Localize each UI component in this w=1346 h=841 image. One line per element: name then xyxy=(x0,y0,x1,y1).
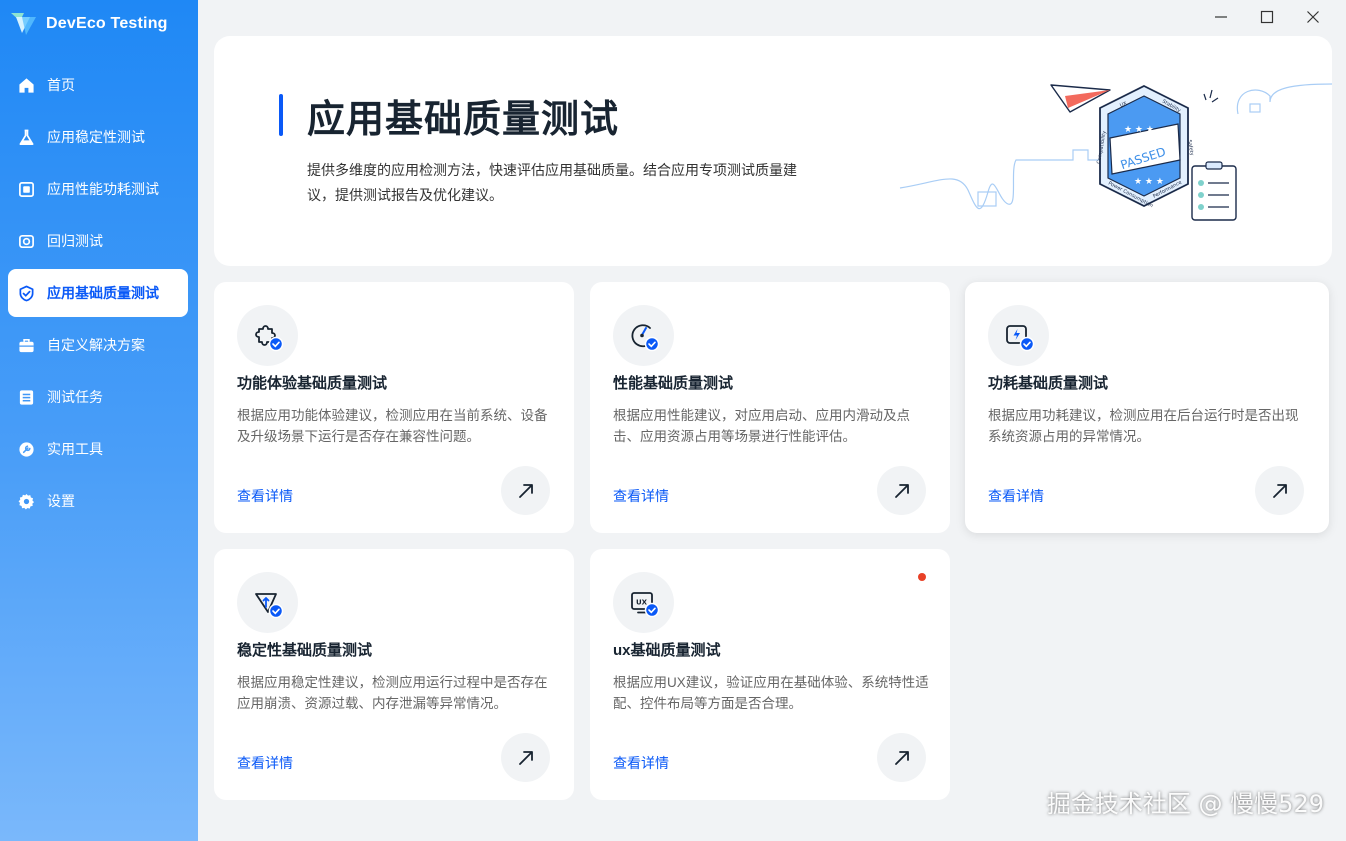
power-check-icon xyxy=(988,305,1049,366)
sidebar-item-regression[interactable]: 回归测试 xyxy=(8,217,188,265)
arrow-button[interactable] xyxy=(877,466,926,515)
briefcase-icon xyxy=(18,337,35,354)
hero-banner: 应用基础质量测试 提供多维度的应用检测方法，快速评估应用基础质量。结合应用专项测… xyxy=(214,36,1332,266)
close-icon xyxy=(1307,11,1319,23)
card-ux-quality[interactable]: UX ux基础质量测试 根据应用UX建议，验证应用在基础体验、系统特性适配、控件… xyxy=(590,549,950,800)
sidebar-item-settings[interactable]: 设置 xyxy=(8,477,188,525)
sidebar-item-label: 应用基础质量测试 xyxy=(47,285,159,301)
svg-text:★ ★ ★: ★ ★ ★ xyxy=(1124,125,1154,135)
card-title: ux基础质量测试 xyxy=(613,642,721,659)
maximize-icon xyxy=(1260,10,1274,24)
minimize-button[interactable] xyxy=(1198,6,1244,28)
funnel-check-icon xyxy=(237,572,298,633)
flask-icon xyxy=(18,129,35,146)
puzzle-check-icon xyxy=(237,305,298,366)
sidebar-item-utilities[interactable]: 实用工具 xyxy=(8,425,188,473)
square-icon xyxy=(18,181,35,198)
arrow-up-right-icon xyxy=(894,750,909,765)
notification-dot xyxy=(918,573,926,581)
view-details-link[interactable]: 查看详情 xyxy=(988,486,1044,506)
view-details-link[interactable]: 查看详情 xyxy=(237,753,293,773)
card-functional-quality[interactable]: 功能体验基础质量测试 根据应用功能体验建议，检测应用在当前系统、设备及升级场景下… xyxy=(214,282,574,533)
sidebar-item-label: 回归测试 xyxy=(47,233,103,249)
card-description: 根据应用功能体验建议，检测应用在当前系统、设备及升级场景下运行是否存在兼容性问题… xyxy=(237,408,548,444)
card-description: 根据应用稳定性建议，检测应用运行过程中是否存在应用崩溃、资源过载、内存泄漏等异常… xyxy=(237,675,548,711)
card-performance-quality[interactable]: 性能基础质量测试 根据应用性能建议，对应用启动、应用内滑动及点击、应用资源占用等… xyxy=(590,282,950,533)
window-controls xyxy=(1198,6,1336,28)
list-icon xyxy=(18,389,35,406)
svg-text:★ ★ ★: ★ ★ ★ xyxy=(1134,177,1164,187)
arrow-up-right-icon xyxy=(518,483,533,498)
page-description: 提供多维度的应用检测方法，快速评估应用基础质量。结合应用专项测试质量建议，提供测… xyxy=(307,162,797,203)
card-title: 稳定性基础质量测试 xyxy=(237,642,373,659)
sidebar: DevEco Testing 首页 应用稳定性测试 应用性能功耗测试 回归测试 xyxy=(0,0,198,841)
sidebar-item-label: 首页 xyxy=(47,77,75,93)
sidebar-item-label: 应用稳定性测试 xyxy=(47,129,145,145)
sidebar-item-label: 自定义解决方案 xyxy=(47,337,145,353)
gauge-check-icon xyxy=(613,305,674,366)
card-description: 根据应用UX建议，验证应用在基础体验、系统特性适配、控件布局等方面是否合理。 xyxy=(613,675,929,711)
deveco-logo-icon xyxy=(11,13,36,35)
ux-check-icon: UX xyxy=(613,572,674,633)
page-title: 应用基础质量测试 xyxy=(307,99,620,141)
card-title: 功耗基础质量测试 xyxy=(988,375,1109,392)
title-accent-bar xyxy=(279,94,283,136)
arrow-button[interactable] xyxy=(501,466,550,515)
card-title: 性能基础质量测试 xyxy=(613,375,734,392)
sidebar-item-basic-quality[interactable]: 应用基础质量测试 xyxy=(8,269,188,317)
sidebar-item-performance[interactable]: 应用性能功耗测试 xyxy=(8,165,188,213)
clipboard-icon xyxy=(1191,165,1237,221)
wrench-icon xyxy=(18,441,35,458)
sidebar-item-custom-solution[interactable]: 自定义解决方案 xyxy=(8,321,188,369)
arrow-button[interactable] xyxy=(877,733,926,782)
arrow-up-right-icon xyxy=(518,750,533,765)
view-details-link[interactable]: 查看详情 xyxy=(237,486,293,506)
arrow-button[interactable] xyxy=(501,733,550,782)
sidebar-item-label: 设置 xyxy=(47,493,75,509)
shield-check-icon xyxy=(18,285,35,302)
app-title: DevEco Testing xyxy=(46,15,168,32)
card-title: 功能体验基础质量测试 xyxy=(237,375,388,392)
sidebar-item-label: 应用性能功耗测试 xyxy=(47,181,159,197)
card-description: 根据应用功耗建议，检测应用在后台运行时是否出现系统资源占用的异常情况。 xyxy=(988,408,1299,444)
arrow-button[interactable] xyxy=(1255,466,1304,515)
sidebar-item-label: 测试任务 xyxy=(47,389,103,405)
sidebar-item-label: 实用工具 xyxy=(47,441,103,457)
svg-text:UX: UX xyxy=(636,598,648,606)
gear-icon xyxy=(18,493,35,510)
sidebar-item-test-tasks[interactable]: 测试任务 xyxy=(8,373,188,421)
sidebar-nav: 首页 应用稳定性测试 应用性能功耗测试 回归测试 应用基础质量测试 自定义解决方… xyxy=(8,61,188,529)
sidebar-item-home[interactable]: 首页 xyxy=(8,61,188,109)
watermark: 掘金技术社区 @ 慢慢529 xyxy=(1046,790,1324,818)
close-button[interactable] xyxy=(1290,6,1336,28)
view-details-link[interactable]: 查看详情 xyxy=(613,486,669,506)
view-details-link[interactable]: 查看详情 xyxy=(613,753,669,773)
camera-icon xyxy=(18,233,35,250)
arrow-up-right-icon xyxy=(894,483,909,498)
arrow-up-right-icon xyxy=(1272,483,1287,498)
card-description: 根据应用性能建议，对应用启动、应用内滑动及点击、应用资源占用等场景进行性能评估。 xyxy=(613,408,910,444)
home-icon xyxy=(18,77,35,94)
quality-passed-illustration: PASSED ★ ★ ★ ★ ★ ★ UX Stability Safety P… xyxy=(899,83,1332,221)
card-stability-quality[interactable]: 稳定性基础质量测试 根据应用稳定性建议，检测应用运行过程中是否存在应用崩溃、资源… xyxy=(214,549,574,800)
sidebar-item-stability[interactable]: 应用稳定性测试 xyxy=(8,113,188,161)
minimize-icon xyxy=(1215,16,1227,18)
card-power-quality[interactable]: 功耗基础质量测试 根据应用功耗建议，检测应用在后台运行时是否出现系统资源占用的异… xyxy=(965,282,1329,533)
maximize-button[interactable] xyxy=(1244,6,1290,28)
app-logo: DevEco Testing xyxy=(10,10,168,38)
